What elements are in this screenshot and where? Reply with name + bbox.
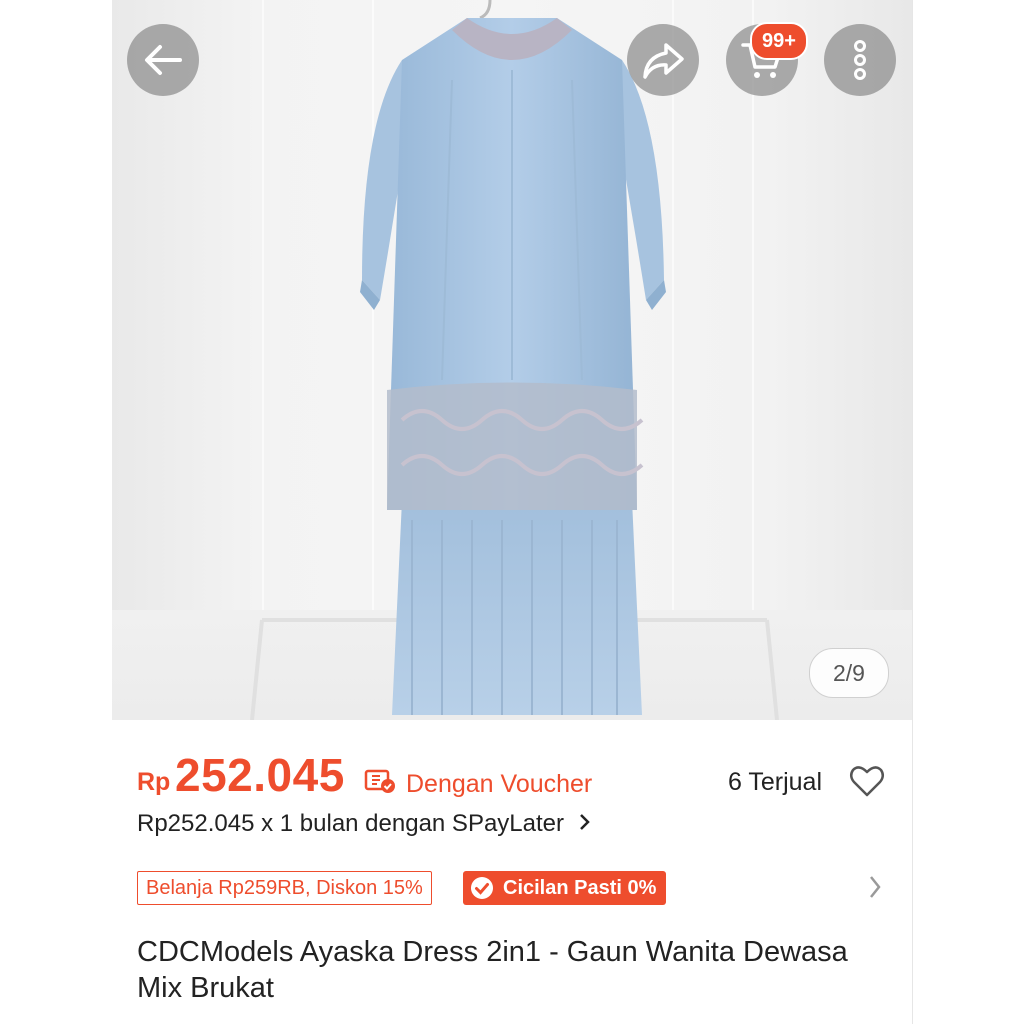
product-price: 252.045: [175, 749, 345, 801]
spaylater-text: Rp252.045 x 1 bulan dengan SPayLater: [137, 810, 564, 837]
voucher-label[interactable]: Dengan Voucher: [406, 770, 592, 799]
image-counter: 2/9: [809, 648, 889, 698]
share-button[interactable]: [627, 24, 699, 96]
currency-label: Rp: [137, 768, 171, 796]
installment-tag-label: Cicilan Pasti 0%: [503, 877, 657, 899]
spaylater-row[interactable]: Rp252.045 x 1 bulan dengan SPayLater: [137, 810, 591, 838]
share-icon: [643, 43, 684, 79]
left-margin: [0, 0, 112, 1024]
more-button[interactable]: [824, 24, 896, 96]
heart-icon[interactable]: [849, 764, 885, 798]
right-margin: [912, 0, 1024, 1024]
product-title: CDCModels Ayaska Dress 2in1 - Gaun Wanit…: [137, 936, 848, 1004]
more-vertical-icon: [854, 40, 866, 80]
product-image: [250, 0, 779, 720]
arrow-left-icon: [145, 45, 182, 75]
price-row: Rp 252.045 Dengan Voucher 6 Terjual: [137, 748, 887, 804]
chevron-right-icon: [579, 810, 591, 838]
product-image-gallery[interactable]: 99+ 2/9: [112, 0, 912, 720]
sold-count: 6 Terjual: [727, 768, 822, 796]
product-page: 99+ 2/9 Rp 252.045 Dengan Voucher 6 Terj…: [112, 0, 912, 1024]
check-badge-icon: [471, 877, 493, 899]
back-button[interactable]: [127, 24, 199, 96]
promo-row[interactable]: Belanja Rp259RB, Diskon 15% Cicilan Past…: [137, 871, 887, 907]
discount-tag[interactable]: Belanja Rp259RB, Diskon 15%: [137, 871, 432, 905]
cart-badge: 99+: [750, 22, 808, 60]
voucher-icon: [364, 769, 395, 793]
chevron-right-icon[interactable]: [867, 873, 883, 901]
installment-tag[interactable]: Cicilan Pasti 0%: [463, 871, 667, 905]
